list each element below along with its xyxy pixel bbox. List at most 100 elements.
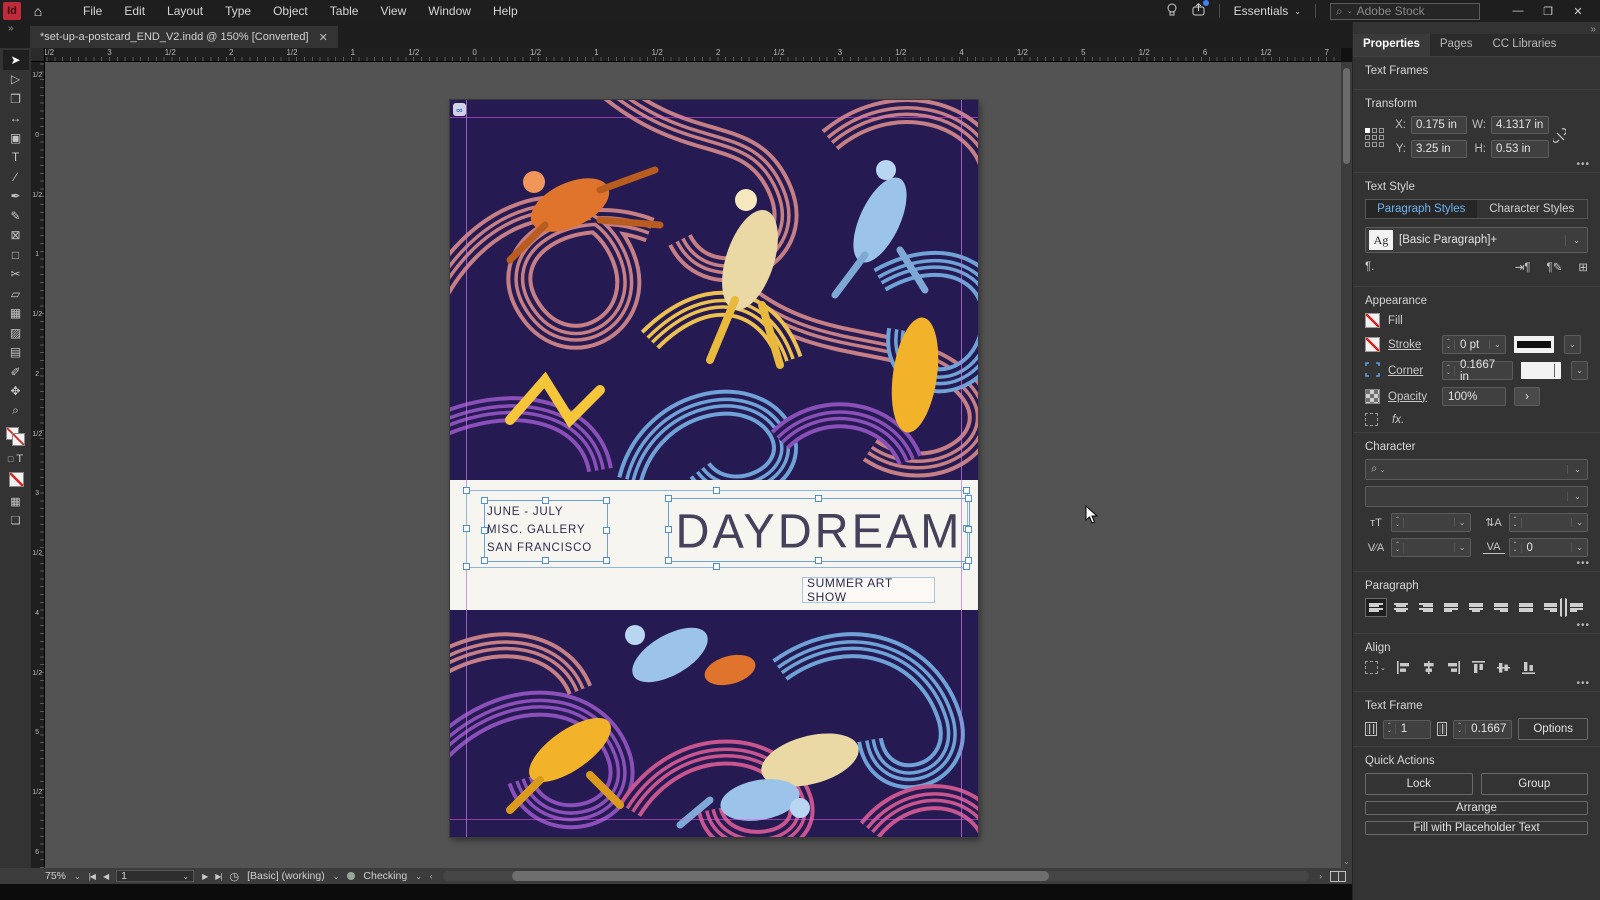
selection-handle[interactable] bbox=[542, 557, 549, 564]
preflight-preset[interactable]: [Basic] (working) bbox=[247, 870, 325, 882]
note-tool[interactable]: ▤ bbox=[3, 343, 29, 363]
title-text-frame[interactable]: DAYDREAM bbox=[665, 495, 972, 564]
corner-style-swatch[interactable] bbox=[1521, 362, 1562, 379]
scroll-left-icon[interactable]: ‹ bbox=[430, 872, 433, 881]
selection-handle[interactable] bbox=[815, 557, 822, 564]
rectangle-tool[interactable]: □ bbox=[3, 245, 29, 265]
y-field[interactable]: 3.25 in bbox=[1411, 140, 1467, 158]
scroll-right-icon[interactable]: › bbox=[1319, 872, 1322, 881]
document-tab[interactable]: *set-up-a-postcard_END_V2.indd @ 150% [C… bbox=[30, 26, 338, 48]
menu-item[interactable]: Type bbox=[215, 1, 261, 21]
scrollbar-thumb[interactable] bbox=[1343, 68, 1350, 164]
selection-handle[interactable] bbox=[603, 527, 610, 534]
justify-last-right[interactable] bbox=[1490, 598, 1512, 617]
free-transform-tool[interactable]: ▱ bbox=[3, 284, 29, 304]
spread-view-icon[interactable] bbox=[1330, 870, 1346, 882]
style-editor-icon[interactable]: ¶✎ bbox=[1547, 260, 1563, 274]
stock-search-input[interactable]: ⌕ ⌄ Adobe Stock bbox=[1330, 2, 1480, 20]
selection-handle[interactable] bbox=[463, 563, 470, 570]
selection-handle[interactable] bbox=[965, 526, 972, 533]
zoom-tool[interactable]: ⌕ bbox=[3, 401, 29, 421]
stroke-style-swatch[interactable] bbox=[1513, 336, 1554, 353]
close-tab-icon[interactable]: ✕ bbox=[319, 31, 328, 44]
minimize-button[interactable]: — bbox=[1504, 3, 1532, 20]
selection-handle[interactable] bbox=[481, 527, 488, 534]
character-more-icon[interactable]: ••• bbox=[1576, 558, 1590, 569]
kerning-field[interactable]: ⌃ ⌄ ⌄ bbox=[1391, 538, 1471, 557]
align-left-icon[interactable] bbox=[1396, 660, 1411, 675]
x-field[interactable]: 0.175 in bbox=[1411, 116, 1467, 134]
corner-options-icon[interactable] bbox=[1365, 361, 1380, 380]
zoom-level[interactable]: 75% bbox=[45, 870, 66, 882]
justify-last-left[interactable] bbox=[1440, 598, 1462, 617]
stroke-swatch-none[interactable] bbox=[11, 432, 25, 446]
paragraph-styles-tab[interactable]: Paragraph Styles bbox=[1366, 200, 1477, 218]
chevron-down-icon[interactable]: ⌄ bbox=[1563, 335, 1581, 354]
style-override-icon[interactable]: ¶. bbox=[1365, 261, 1374, 273]
formatting-text-icon[interactable]: T bbox=[16, 453, 23, 465]
dates-text-frame[interactable]: JUNE - JULY MISC. GALLERY SAN FRANCISCO bbox=[481, 497, 610, 564]
postcard-artwork-top[interactable] bbox=[450, 100, 978, 480]
arrange-button[interactable]: Arrange bbox=[1365, 801, 1588, 815]
home-icon[interactable]: ⌂ bbox=[25, 3, 51, 19]
align-top-icon[interactable] bbox=[1471, 660, 1486, 675]
corner-link[interactable]: Corner bbox=[1388, 365, 1434, 377]
group-button[interactable]: Group bbox=[1480, 773, 1588, 795]
menu-item[interactable]: Object bbox=[263, 1, 318, 21]
stepper-icon[interactable]: ⌃ ⌄ bbox=[1443, 365, 1455, 376]
horizontal-scrollbar[interactable] bbox=[442, 871, 1310, 881]
align-left[interactable] bbox=[1365, 598, 1387, 617]
chevron-down-icon[interactable]: ⌄ bbox=[1453, 518, 1470, 527]
align-to-dropdown[interactable]: ⌄ bbox=[1365, 661, 1386, 674]
scrollbar-thumb[interactable] bbox=[511, 871, 1050, 881]
menu-item[interactable]: Window bbox=[418, 1, 481, 21]
selection-handle[interactable] bbox=[963, 487, 970, 494]
align-more-icon[interactable]: ••• bbox=[1576, 678, 1590, 689]
fx-effects-button[interactable]: fx. bbox=[1392, 414, 1404, 426]
font-style-dropdown[interactable]: ⌄ bbox=[1365, 486, 1588, 507]
gradient-feather-tool[interactable]: ▨ bbox=[3, 323, 29, 343]
page-tool[interactable]: ❐ bbox=[3, 89, 29, 109]
pencil-tool[interactable]: ✎ bbox=[3, 206, 29, 226]
document-page[interactable]: JUNE - JULY MISC. GALLERY SAN FRANCISCO … bbox=[450, 100, 978, 837]
menu-item[interactable]: Help bbox=[483, 1, 528, 21]
first-page-button[interactable]: |◀ bbox=[89, 872, 96, 881]
align-away-from-spine[interactable] bbox=[1565, 598, 1587, 617]
zoom-chevron-icon[interactable]: ⌄ bbox=[74, 872, 81, 881]
postcard-artwork-bottom[interactable] bbox=[450, 610, 978, 837]
fill-swatch-icon[interactable] bbox=[1365, 313, 1380, 328]
line-tool[interactable]: ∕ bbox=[3, 167, 29, 187]
align-center-vertical-icon[interactable] bbox=[1496, 660, 1511, 675]
workspace-switcher[interactable]: Essentials ⌄ bbox=[1234, 4, 1301, 18]
chevron-down-icon[interactable]: ⌄ bbox=[1489, 340, 1505, 349]
fill-placeholder-button[interactable]: Fill with Placeholder Text bbox=[1365, 821, 1588, 835]
status-chevron-icon[interactable]: ⌄ bbox=[415, 872, 422, 881]
menu-item[interactable]: Table bbox=[320, 1, 369, 21]
selection-handle[interactable] bbox=[603, 557, 610, 564]
last-page-button[interactable]: ▶| bbox=[215, 872, 222, 881]
selection-handle[interactable] bbox=[713, 563, 720, 570]
justify-last-center[interactable] bbox=[1465, 598, 1487, 617]
scroll-down-icon[interactable]: ⌄ bbox=[1341, 857, 1352, 866]
columns-field[interactable]: ⌃ ⌄ 1 bbox=[1382, 719, 1431, 739]
text-frame-options-button[interactable]: Options bbox=[1518, 718, 1588, 740]
type-tool[interactable]: T bbox=[3, 148, 29, 168]
pasteboard[interactable]: JUNE - JULY MISC. GALLERY SAN FRANCISCO … bbox=[45, 62, 1341, 868]
screen-mode-icon[interactable]: ❏ bbox=[11, 514, 21, 527]
font-family-dropdown[interactable]: ⌕ ⌄ ⌄ bbox=[1365, 459, 1588, 480]
horizontal-ruler[interactable]: 1/2 3 1/2 2 1/2 1 1/2 0 1/2 1 1/2 2 1/2 3 1/2 4 1/2 5 1/2 6… bbox=[31, 48, 1341, 62]
view-options-icon[interactable]: ▦ bbox=[10, 495, 20, 508]
learn-lightbulb-icon[interactable] bbox=[1166, 3, 1178, 20]
selection-handle[interactable] bbox=[815, 495, 822, 502]
reference-point-grid[interactable] bbox=[1365, 127, 1384, 147]
gap-tool[interactable]: ↔ bbox=[3, 109, 29, 129]
selection-handle[interactable] bbox=[463, 487, 470, 494]
tab-pages[interactable]: Pages bbox=[1430, 34, 1483, 56]
align-center-horizontal-icon[interactable] bbox=[1421, 660, 1436, 675]
chevron-down-icon[interactable]: ⌄ bbox=[1571, 361, 1589, 380]
opacity-more-button[interactable]: › bbox=[1514, 387, 1540, 406]
selection-handle[interactable] bbox=[665, 495, 672, 502]
page-number-field[interactable]: 1 ⌄ bbox=[116, 870, 195, 882]
menu-item[interactable]: View bbox=[370, 1, 416, 21]
opacity-link[interactable]: Opacity bbox=[1388, 391, 1434, 403]
